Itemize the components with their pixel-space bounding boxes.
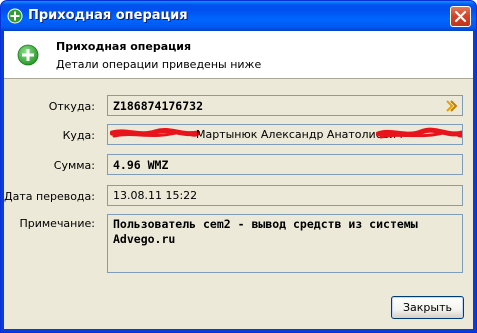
to-value: Мартынюк Александр Анатолиевич [196,128,403,141]
redaction-scribble-right [376,127,462,139]
note-field[interactable]: Пользователь cem2 - вывод средств из сис… [107,214,463,273]
date-field[interactable]: 13.08.11 15:22 [107,185,463,206]
date-label: Дата перевода: [4,190,95,203]
double-chevron-right-icon[interactable] [444,99,458,113]
operation-window: Приходная операция Приходная операция Де… [0,0,477,333]
close-icon [454,10,467,23]
add-circle-icon [7,8,23,24]
close-button-label: Закрыть [403,301,452,314]
date-value: 13.08.11 15:22 [113,189,198,202]
redaction-scribble-left [110,127,200,138]
window-title: Приходная операция [28,8,188,23]
close-button[interactable]: Закрыть [391,296,464,319]
amount-label: Сумма: [53,159,95,172]
amount-value: 4.96 WMZ [113,158,169,172]
to-label: Куда: [62,129,95,142]
dialog-title: Приходная операция [56,40,192,53]
window-client-area: Приходная операция Детали операции приве… [4,31,473,329]
from-field[interactable]: Z186874176732 [107,95,463,116]
from-label: Откуда: [48,100,95,113]
amount-field[interactable]: 4.96 WMZ [107,154,463,175]
from-value: Z186874176732 [113,99,204,113]
note-label: Примечание: [19,217,95,230]
note-value: Пользователь cem2 - вывод средств из сис… [113,217,418,246]
to-field[interactable]: Мартынюк Александр Анатолиевич [107,124,463,145]
dialog-subtitle: Детали операции приведены ниже [56,58,262,71]
title-bar[interactable]: Приходная операция [1,1,476,31]
dialog-header: Приходная операция Детали операции приве… [4,31,473,79]
window-close-button[interactable] [450,6,471,27]
add-circle-icon [17,44,39,66]
